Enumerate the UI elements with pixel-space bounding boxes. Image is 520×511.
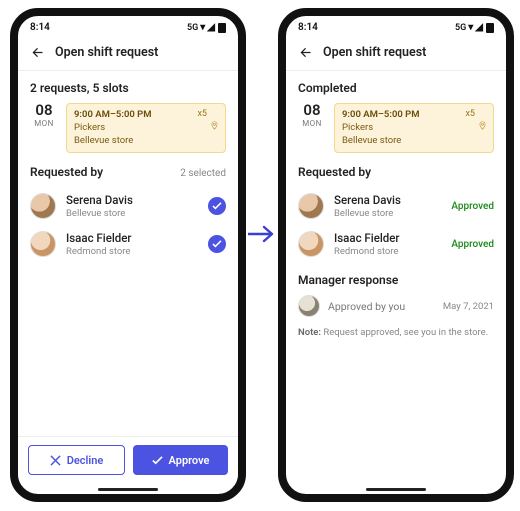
requested-by-header: Requested by [298,165,494,179]
selected-check[interactable] [208,197,226,215]
date-column: 08 MON [298,103,326,153]
shift-location: Bellevue store [342,135,486,148]
location-pin-icon [210,120,219,136]
battery-icon [486,23,494,33]
location-pin-icon [478,120,487,136]
decline-label: Decline [67,454,104,467]
requester-row[interactable]: Serena Davis Bellevue store Approved [298,187,494,225]
home-indicator [98,488,158,491]
action-footer: Decline Approve [18,436,238,485]
avatar [298,231,324,257]
shift-time: 9:00 AM–5:00 PM [342,109,486,122]
manager-date: May 7, 2021 [443,301,494,312]
date-number: 08 [298,103,326,118]
decline-button[interactable]: Decline [28,445,125,475]
status-approved: Approved [451,201,494,212]
check-icon [212,202,222,210]
requester-name: Isaac Fielder [66,232,198,246]
requester-store: Redmond store [334,246,441,257]
arrow-left-icon [30,45,45,60]
selected-check[interactable] [208,235,226,253]
avatar [30,193,56,219]
status-indicators: 5G ▾ ◢ [187,23,226,33]
avatar [30,231,56,257]
approve-button[interactable]: Approve [133,445,228,475]
content-area: 2 requests, 5 slots 08 MON 9:00 AM–5:00 … [18,71,238,485]
manager-response-header: Manager response [298,273,494,287]
manager-status-text: Approved by you [328,300,435,313]
status-indicators: 5G ▾ ◢ [455,23,494,33]
section-title: Requested by [30,165,103,179]
shift-location: Bellevue store [74,135,218,148]
shift-time: 9:00 AM–5:00 PM [74,109,218,122]
phone-after: 8:14 5G ▾ ◢ Open shift request Completed… [278,8,514,502]
note-label: Note: [298,327,321,338]
date-dayofweek: MON [298,119,326,128]
page-title: Open shift request [323,45,426,60]
avatar [298,193,324,219]
battery-icon [218,23,226,33]
requester-text: Serena Davis Bellevue store [66,194,198,219]
network-label: 5G [187,23,198,33]
approve-label: Approve [169,454,210,467]
date-column: 08 MON [30,103,58,153]
status-bar: 8:14 5G ▾ ◢ [18,16,238,37]
transition-arrow-icon [248,224,278,244]
requester-store: Redmond store [66,246,198,257]
section-title: Manager response [298,273,398,287]
requester-name: Serena Davis [334,194,441,208]
note-text: Request approved, see you in the store. [323,327,488,338]
wifi-icon: ▾ [200,23,205,33]
check-icon [212,240,222,248]
shift-role: Pickers [74,122,218,135]
shift-role: Pickers [342,122,486,135]
manager-row: Approved by you May 7, 2021 [298,295,494,317]
requester-row[interactable]: Isaac Fielder Redmond store [30,225,226,263]
signal-icon: ◢ [207,23,215,33]
status-approved: Approved [451,239,494,250]
note-row: Note: Request approved, see you in the s… [298,327,494,338]
home-indicator [366,488,426,491]
shift-block: 08 MON 9:00 AM–5:00 PM Pickers Bellevue … [30,103,226,153]
check-icon [152,455,163,466]
status-bar: 8:14 5G ▾ ◢ [286,16,506,37]
arrow-left-icon [298,45,313,60]
requested-by-header: Requested by 2 selected [30,165,226,179]
date-dayofweek: MON [30,119,58,128]
signal-icon: ◢ [475,23,483,33]
top-bar: Open shift request [286,37,506,71]
requester-row[interactable]: Serena Davis Bellevue store [30,187,226,225]
status-time: 8:14 [298,22,318,33]
shift-card[interactable]: 9:00 AM–5:00 PM Pickers Bellevue store x… [334,103,494,153]
slots-badge: x5 [465,108,475,120]
requester-store: Bellevue store [334,208,441,219]
requester-text: Isaac Fielder Redmond store [66,232,198,257]
back-button[interactable] [30,45,45,60]
date-number: 08 [30,103,58,118]
content-area: Completed 08 MON 9:00 AM–5:00 PM Pickers… [286,71,506,485]
requester-text: Isaac Fielder Redmond store [334,232,441,257]
network-label: 5G [455,23,466,33]
selected-count: 2 selected [180,168,226,179]
summary-line: Completed [298,81,494,95]
top-bar: Open shift request [18,37,238,71]
requester-name: Serena Davis [66,194,198,208]
phone-before: 8:14 5G ▾ ◢ Open shift request 2 request… [10,8,246,502]
requester-row[interactable]: Isaac Fielder Redmond store Approved [298,225,494,263]
manager-avatar [298,295,320,317]
back-button[interactable] [298,45,313,60]
summary-line: 2 requests, 5 slots [30,81,226,95]
slots-badge: x5 [197,108,207,120]
requester-name: Isaac Fielder [334,232,441,246]
requester-store: Bellevue store [66,208,198,219]
x-icon [50,455,61,466]
shift-card[interactable]: 9:00 AM–5:00 PM Pickers Bellevue store x… [66,103,226,153]
status-time: 8:14 [30,22,50,33]
shift-block: 08 MON 9:00 AM–5:00 PM Pickers Bellevue … [298,103,494,153]
wifi-icon: ▾ [468,23,473,33]
requester-text: Serena Davis Bellevue store [334,194,441,219]
page-title: Open shift request [55,45,158,60]
section-title: Requested by [298,165,371,179]
